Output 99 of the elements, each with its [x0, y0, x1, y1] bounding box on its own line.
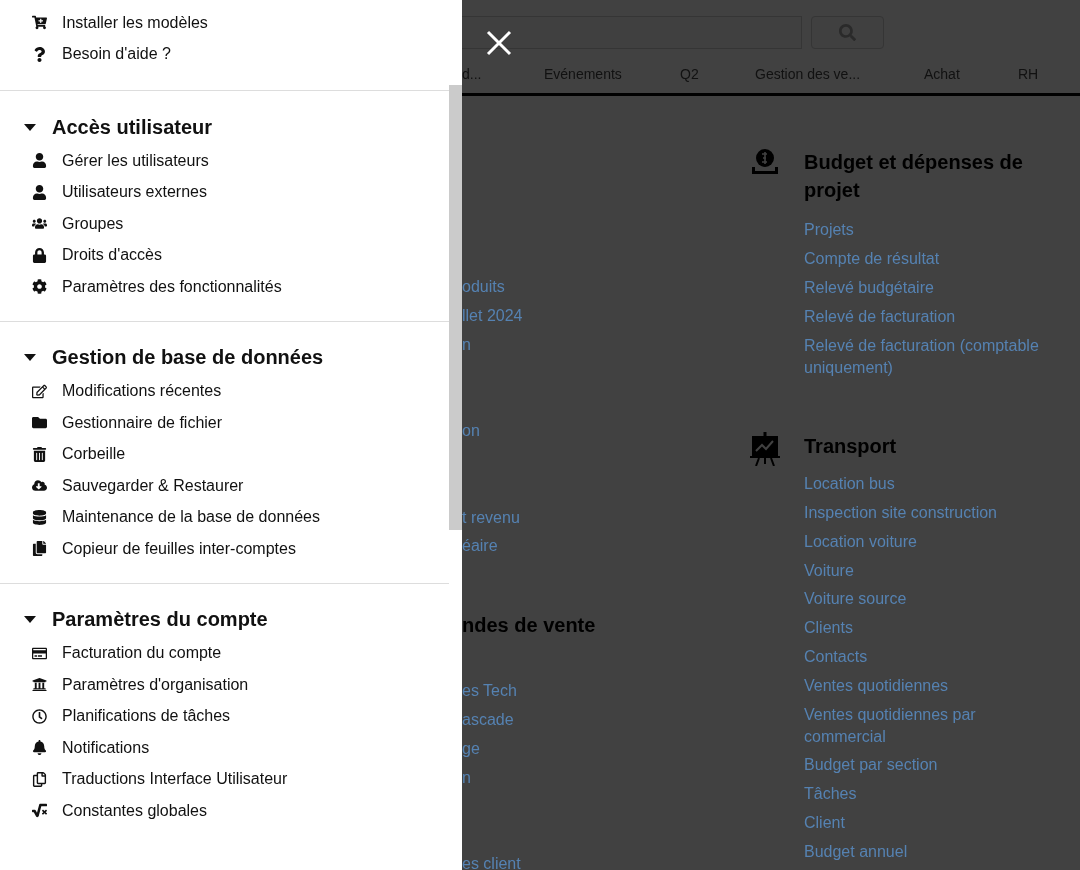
category-title: Transport [804, 433, 898, 459]
menu-item[interactable]: Planifications de tâches [0, 700, 449, 732]
menu-item[interactable]: Sauvegarder & Restaurer [0, 470, 449, 502]
menu-item-label: Gestionnaire de fichier [62, 413, 223, 432]
copy-icon [31, 771, 48, 787]
report-link[interactable]: Voiture source [804, 585, 1054, 614]
section-title: Accès utilisateur [52, 115, 213, 139]
menu-item[interactable]: Corbeille [0, 438, 449, 470]
category-title: ndes de vente [462, 612, 597, 638]
menu-item[interactable]: Maintenance de la base de données [0, 501, 449, 533]
report-link[interactable]: Location bus [804, 469, 1054, 499]
menu-item[interactable]: Gestionnaire de fichier [0, 407, 449, 439]
menu-item[interactable]: Paramètres des fonctionnalités [0, 271, 449, 303]
report-link[interactable]: Relevé budgétaire [804, 273, 1054, 303]
menu-item[interactable]: Installer les modèles [0, 7, 449, 39]
report-link[interactable]: oduits [462, 273, 505, 302]
menu-item-label: Copieur de feuilles inter-comptes [62, 539, 296, 558]
menu-item[interactable]: Utilisateurs externes [0, 176, 449, 208]
report-link[interactable]: Client [804, 808, 1054, 838]
credit-card-icon [31, 645, 48, 661]
menu-item-label: Sauvegarder & Restaurer [62, 476, 244, 495]
square-root-icon [31, 803, 48, 819]
section-header[interactable]: Paramètres du compte [0, 601, 449, 638]
database-icon [31, 509, 48, 525]
section-header[interactable]: Gestion de base de données [0, 339, 449, 376]
report-link[interactable]: Voiture [804, 556, 1054, 586]
report-link[interactable]: es client [462, 849, 521, 870]
search-field[interactable] [462, 16, 802, 49]
menu-item-label: Traductions Interface Utilisateur [62, 770, 288, 789]
report-link[interactable]: es Tech [462, 676, 517, 706]
section-header[interactable]: Accès utilisateur [0, 109, 449, 145]
menu-item[interactable]: Copieur de feuilles inter-comptes [0, 533, 449, 565]
report-link[interactable]: Clients [804, 613, 1054, 643]
menu-item-label: Notifications [62, 738, 150, 757]
menu-item-label: Gérer les utilisateurs [62, 151, 209, 170]
report-link[interactable]: Contacts [804, 642, 1054, 672]
menu-item-label: Droits d'accès [62, 246, 162, 265]
menu-item[interactable]: Besoin d'aide ? [0, 38, 449, 70]
report-link[interactable]: Ventes quotidiennes [804, 671, 1054, 701]
bell-icon [31, 740, 48, 756]
chart-easel-icon [750, 431, 780, 466]
menu-item-label: Utilisateurs externes [62, 183, 207, 202]
report-link[interactable]: Relevé de facturation (comptable uniquement) [804, 331, 1054, 382]
report-link[interactable]: Relevé de facturation [804, 302, 1054, 332]
report-link[interactable]: on [462, 416, 480, 446]
user-icon [31, 153, 48, 169]
cart-plus-icon [31, 15, 48, 31]
folder-icon [31, 415, 48, 431]
report-link[interactable]: Ventes quotidiennes par commercial [804, 700, 1054, 751]
users-icon [31, 216, 48, 232]
edit-icon [31, 383, 48, 399]
report-link[interactable]: Budget annuel [804, 837, 1054, 867]
menu-item-label: Paramètres d'organisation [62, 675, 249, 694]
category-title: Budget et dépenses de projet [804, 150, 1024, 203]
menu-item-label: Installer les modèles [62, 13, 208, 32]
menu-item[interactable]: Facturation du compte [0, 637, 449, 669]
user-icon [31, 184, 48, 200]
report-link[interactable]: ascade [462, 705, 514, 735]
menu-item-label: Groupes [62, 214, 124, 233]
search-button[interactable] [811, 16, 884, 49]
report-link[interactable]: llet 2024 [462, 301, 523, 331]
menu-item[interactable]: Notifications [0, 732, 449, 764]
menu-item-label: Corbeille [62, 445, 126, 464]
report-link[interactable]: Compte de résultat [804, 244, 1054, 274]
menu-item-label: Planifications de tâches [62, 707, 231, 726]
menu-item-label: Facturation du compte [62, 644, 222, 663]
menu-item[interactable]: Gérer les utilisateurs [0, 145, 449, 177]
bank-icon [31, 677, 48, 693]
menu-item[interactable]: Traductions Interface Utilisateur [0, 763, 449, 795]
menu-item-label: Besoin d'aide ? [62, 45, 171, 64]
cloud-download-icon [31, 478, 48, 494]
lock-icon [31, 247, 48, 263]
report-link[interactable]: Inspection site construction [804, 498, 1054, 528]
report-link[interactable]: Tâches [804, 779, 1054, 809]
report-link[interactable]: éaire [462, 532, 498, 561]
report-link[interactable]: Projets [804, 216, 1054, 245]
menu-item-label: Maintenance de la base de données [62, 508, 320, 527]
report-link[interactable]: Budget par section [804, 750, 1054, 780]
section-title: Paramètres du compte [52, 608, 268, 631]
menu-item-label: Modifications récentes [62, 382, 222, 401]
menu-item[interactable]: Groupes [0, 208, 449, 240]
clock-icon [31, 708, 48, 724]
menu-item-label: Paramètres des fonctionnalités [62, 277, 282, 296]
settings-icon [31, 279, 48, 295]
trash-icon [31, 446, 48, 462]
scrollbar-thumb[interactable] [449, 85, 462, 530]
copy-icon [31, 541, 48, 557]
menu-item[interactable]: Paramètres d'organisation [0, 669, 449, 701]
close-icon[interactable] [486, 30, 512, 56]
section-title: Gestion de base de données [52, 346, 324, 369]
report-link[interactable]: n [462, 330, 471, 360]
menu-item[interactable]: Modifications récentes [0, 375, 449, 407]
report-link[interactable]: Location voiture [804, 527, 1054, 557]
menu-item[interactable]: Droits d'accès [0, 239, 449, 271]
report-link[interactable]: n [462, 763, 471, 792]
report-link[interactable]: t revenu [462, 503, 520, 533]
menu-item-label: Constantes globales [62, 801, 207, 820]
report-link[interactable]: ge [462, 734, 480, 764]
menu-item[interactable]: Constantes globales [0, 795, 449, 827]
